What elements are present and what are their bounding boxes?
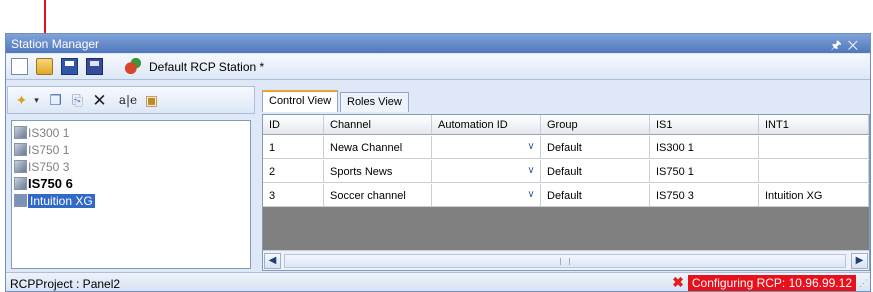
- column-header[interactable]: INT1: [759, 115, 869, 134]
- station-name-label: Default RCP Station *: [149, 60, 265, 74]
- table-cell[interactable]: IS300 1: [650, 136, 759, 159]
- column-header[interactable]: ID: [263, 115, 324, 134]
- grid-empty-area: [263, 207, 869, 250]
- chevron-down-icon[interactable]: ∨: [525, 189, 537, 201]
- station-label: Intuition XG: [28, 193, 95, 208]
- column-header[interactable]: IS1: [650, 115, 759, 134]
- configuring-rcp-message: Configuring RCP: 10.96.99.12: [687, 274, 856, 291]
- main-toolbar: Default RCP Station *: [6, 54, 870, 80]
- column-header[interactable]: Channel: [324, 115, 432, 134]
- table-cell[interactable]: Default: [541, 160, 650, 183]
- copy-icon[interactable]: ❐: [48, 93, 63, 108]
- save-icon[interactable]: [61, 58, 78, 75]
- channel-grid: ID Channel Automation ID Group IS1 INT1 1 Newa…: [262, 114, 870, 271]
- paste-icon[interactable]: ⎘: [70, 93, 85, 108]
- station-tree: IS300 1 IS750 1 IS750 3 IS750 6 Intuition XG: [11, 120, 251, 269]
- disconnected-icon: ✖: [672, 274, 684, 290]
- delete-icon[interactable]: ✕: [92, 92, 107, 109]
- save-all-icon[interactable]: [86, 58, 103, 75]
- table-cell[interactable]: Default: [541, 136, 650, 159]
- properties-icon[interactable]: ▣: [144, 93, 159, 108]
- column-header[interactable]: Automation ID: [432, 115, 541, 134]
- station-manager-window: Station Manager 🖈︎✕ Default RCP Station …: [5, 33, 871, 292]
- table-cell[interactable]: Intuition XG: [759, 184, 869, 207]
- window-title: Station Manager: [11, 37, 100, 51]
- table-cell[interactable]: [759, 136, 869, 159]
- table-row[interactable]: 1 Newa Channel ∨ Default IS300 1: [263, 136, 869, 159]
- chevron-down-icon[interactable]: ∨: [525, 165, 537, 177]
- title-bar: Station Manager 🖈︎✕: [6, 34, 870, 53]
- station-tree-item[interactable]: IS750 6: [14, 175, 73, 192]
- table-cell[interactable]: Sports News: [324, 160, 432, 183]
- scroll-right-icon[interactable]: ▶: [851, 253, 868, 269]
- table-cell[interactable]: [759, 160, 869, 183]
- station-label: IS750 3: [28, 159, 70, 174]
- table-cell[interactable]: 1: [263, 136, 324, 159]
- station-label: IS750 6: [28, 176, 73, 191]
- table-cell[interactable]: Default: [541, 184, 650, 207]
- scroll-left-icon[interactable]: ◀: [264, 253, 281, 269]
- chevron-down-icon[interactable]: ▾: [29, 93, 44, 108]
- table-cell[interactable]: Newa Channel: [324, 136, 432, 159]
- open-folder-icon[interactable]: [36, 58, 53, 75]
- station-tree-item[interactable]: IS750 1: [14, 141, 69, 158]
- status-bar: RCPProject : Panel2 ✖ Configuring RCP: 1…: [6, 272, 870, 291]
- project-status: RCPProject : Panel2: [10, 277, 121, 291]
- station-node-icon: [14, 160, 27, 173]
- connection-status: ✖ Configuring RCP: 10.96.99.12: [672, 274, 856, 291]
- grid-header: ID Channel Automation ID Group IS1 INT1: [263, 115, 869, 135]
- tab-control-view[interactable]: Control View: [262, 90, 339, 112]
- station-node-icon: [14, 143, 27, 156]
- table-cell[interactable]: 3: [263, 184, 324, 207]
- station-tree-item[interactable]: IS300 1: [14, 124, 69, 141]
- chevron-down-icon[interactable]: ∨: [525, 141, 537, 153]
- new-file-icon[interactable]: [11, 58, 28, 75]
- station-label: IS300 1: [28, 125, 70, 140]
- table-cell[interactable]: IS750 1: [650, 160, 759, 183]
- station-label: IS750 1: [28, 142, 70, 157]
- station-list-toolbar: ✦ ▾ ❐ ⎘ ✕ a|e ▣: [7, 86, 255, 114]
- table-cell[interactable]: Soccer channel: [324, 184, 432, 207]
- resize-grip-icon[interactable]: ⋰: [859, 278, 868, 289]
- station-node-icon: [14, 126, 27, 139]
- grip-icon: [560, 258, 570, 265]
- rcp-station-icon[interactable]: [124, 58, 141, 75]
- table-row[interactable]: 3 Soccer channel ∨ Default IS750 3 Intuition …: [263, 184, 869, 207]
- horizontal-scrollbar[interactable]: ◀ ▶: [263, 250, 869, 270]
- tab-roles-view[interactable]: Roles View: [340, 92, 409, 112]
- automation-id-dropdown[interactable]: ∨: [432, 184, 541, 207]
- rename-icon[interactable]: a|e: [118, 93, 138, 108]
- station-list-panel: ✦ ▾ ❐ ⎘ ✕ a|e ▣ IS300 1 IS750 1 IS750 3 IS7…: [7, 86, 255, 271]
- automation-id-dropdown[interactable]: ∨: [432, 160, 541, 183]
- table-row[interactable]: 2 Sports News ∨ Default IS750 1: [263, 160, 869, 183]
- pin-icon[interactable]: 🖈︎: [831, 38, 848, 52]
- station-node-icon: [14, 194, 27, 207]
- channel-panel: Control View Roles View ID Channel Automati…: [258, 86, 870, 271]
- column-header[interactable]: Group: [541, 115, 650, 134]
- table-cell[interactable]: 2: [263, 160, 324, 183]
- new-item-icon[interactable]: ✦: [14, 93, 29, 108]
- automation-id-dropdown[interactable]: ∨: [432, 136, 541, 159]
- station-tree-item[interactable]: Intuition XG: [14, 192, 95, 209]
- station-tree-item[interactable]: IS750 3: [14, 158, 69, 175]
- table-cell[interactable]: IS750 3: [650, 184, 759, 207]
- close-icon[interactable]: ✕: [848, 38, 864, 52]
- scroll-thumb[interactable]: [284, 254, 846, 268]
- station-node-icon: [14, 177, 27, 190]
